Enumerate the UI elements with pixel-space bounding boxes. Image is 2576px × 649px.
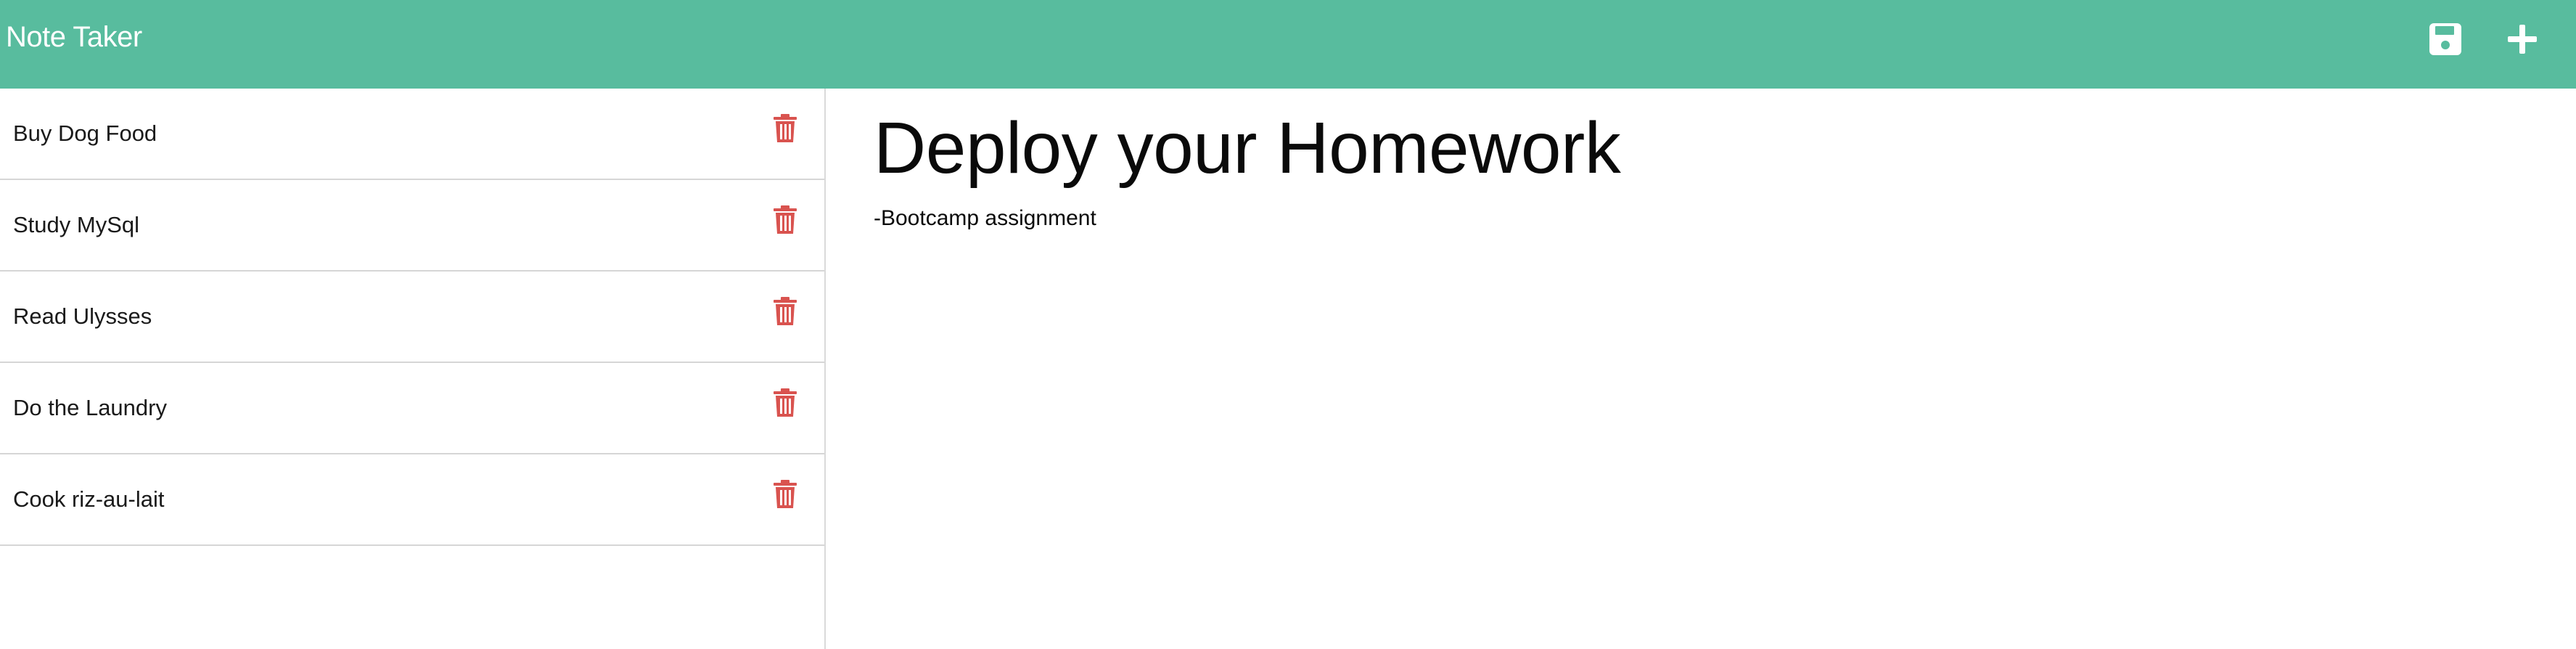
trash-icon[interactable] xyxy=(772,479,798,510)
notes-sidebar: Buy Dog Food Study MySql Read Ulysses Do… xyxy=(0,89,826,649)
note-title[interactable]: Study MySql xyxy=(13,211,139,240)
trash-icon[interactable] xyxy=(772,388,798,418)
trash-icon[interactable] xyxy=(772,113,798,144)
navbar: Note Taker xyxy=(0,0,2576,89)
note-title[interactable]: Read Ulysses xyxy=(13,302,152,331)
note-title[interactable]: Do the Laundry xyxy=(13,393,167,423)
plus-icon[interactable] xyxy=(2499,16,2546,62)
app-title[interactable]: Note Taker xyxy=(6,20,142,54)
note-title[interactable]: Buy Dog Food xyxy=(13,119,157,148)
save-icon[interactable] xyxy=(2422,16,2469,62)
trash-icon[interactable] xyxy=(772,205,798,235)
list-item[interactable]: Cook riz-au-lait xyxy=(0,454,824,546)
note-list: Buy Dog Food Study MySql Read Ulysses Do… xyxy=(0,89,824,546)
trash-icon[interactable] xyxy=(772,296,798,327)
note-text-area[interactable]: -Bootcamp assignment xyxy=(874,205,1096,232)
note-title-field[interactable]: Deploy your Homework xyxy=(874,105,1621,192)
list-item[interactable]: Study MySql xyxy=(0,180,824,272)
note-editor: Deploy your Homework -Bootcamp assignmen… xyxy=(826,89,2576,649)
list-item[interactable]: Read Ulysses xyxy=(0,272,824,363)
list-item[interactable]: Buy Dog Food xyxy=(0,89,824,180)
note-title[interactable]: Cook riz-au-lait xyxy=(13,485,164,514)
list-item[interactable]: Do the Laundry xyxy=(0,363,824,454)
